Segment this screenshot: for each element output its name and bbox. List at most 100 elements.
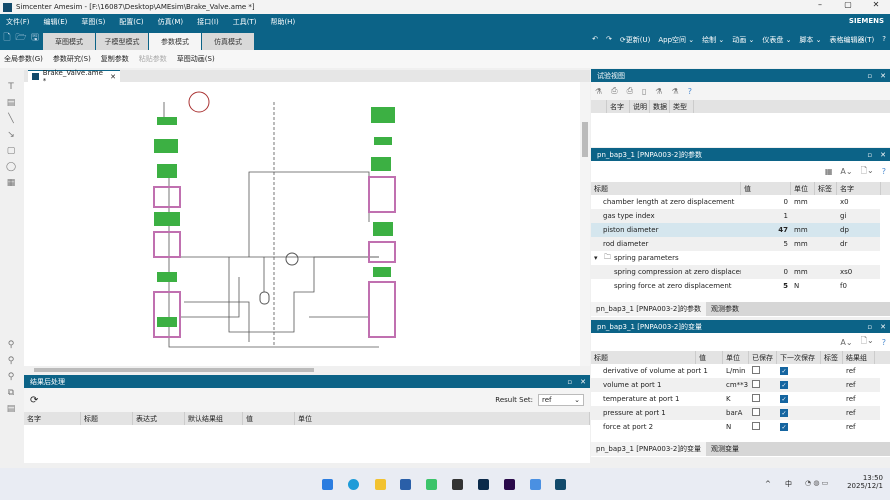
param-value[interactable]: 5 [741,282,791,290]
font-dropdown-icon[interactable]: A⌄ [840,167,852,176]
sketch-animation-button[interactable]: 草图动画(S) [177,54,215,64]
saved-checkbox[interactable] [752,422,760,430]
param-row[interactable]: piston diameter 47 mm dp [591,223,880,237]
close-panel-button[interactable]: ✕ [880,151,886,159]
update-button[interactable]: ⟳更新(U) [620,35,650,45]
new-file-icon[interactable]: 🗋 [0,30,14,46]
edge-icon[interactable] [348,479,359,490]
col-type[interactable]: 类型 [670,100,694,113]
save-icon[interactable]: 🖫 [28,30,42,46]
menu-simulation[interactable]: 仿真(M) [158,17,184,27]
help-icon[interactable]: ? [882,338,886,347]
undo-button[interactable]: ↶ [592,35,598,45]
experiment-icon[interactable]: ⚗ [595,87,602,96]
delete-icon[interactable]: ▯ [642,87,646,96]
tab-watch-parameters[interactable]: 观测参数 [706,302,744,316]
col-title[interactable]: 标题 [81,412,133,425]
col-default-result-group[interactable]: 默认结果组 [185,412,243,425]
next-save-checkbox[interactable]: ✓ [780,367,788,375]
ime-indicator[interactable]: 中 [785,479,792,489]
saved-checkbox[interactable] [752,408,760,416]
help-icon[interactable]: ? [688,87,692,96]
file-explorer-icon[interactable] [375,479,386,490]
saved-checkbox[interactable] [752,366,760,374]
col-unit[interactable]: 单位 [791,182,815,195]
result-set-select[interactable]: ref ⌄ [538,394,584,406]
animation-dropdown[interactable]: 动画 ⌄ [732,35,754,45]
variable-row[interactable]: pressure at port 1 barA ✓ ref [591,406,880,420]
col-description[interactable]: 说明 [630,100,650,113]
tab-sketch-mode[interactable]: 草图模式 [43,33,95,50]
next-save-checkbox[interactable]: ✓ [780,409,788,417]
param-row[interactable]: spring compression at zero displacem... 0… [591,265,880,279]
param-group-row[interactable]: ▾ 🗀 spring parameters [591,251,880,265]
help-icon[interactable]: ? [882,35,886,45]
maximize-button[interactable]: ▢ [834,0,862,9]
menu-interface[interactable]: 接口(I) [197,17,219,27]
tab-parameters[interactable]: pn_bap3_1 [PNPA003-2]的参数 [591,302,707,316]
app-icon[interactable] [452,479,463,490]
export-dropdown-icon[interactable]: 🗋⌄ [861,165,874,179]
variable-row[interactable]: volume at port 1 cm**3 ✓ ref [591,378,880,392]
document-tab[interactable]: Brake_Valve.ame * ✕ [28,69,120,85]
param-row[interactable]: rod diameter 5 mm dr [591,237,880,251]
col-tag[interactable]: 标签 [821,351,843,364]
rect-tool-icon[interactable]: ▢ [7,146,16,156]
variable-row[interactable]: derivative of volume at port 1 L/min ✓ ref [591,364,880,378]
canvas-vertical-scrollbar[interactable] [580,82,590,366]
tab-parameter-mode[interactable]: 参数模式 [149,33,201,50]
col-name[interactable]: 名字 [837,182,881,195]
menu-sketch[interactable]: 草图(S) [81,17,105,27]
plot-dropdown[interactable]: 绘制 ⌄ [702,35,724,45]
menu-config[interactable]: 配置(C) [119,17,143,27]
windows-start-icon[interactable] [322,479,333,490]
tab-simulation-mode[interactable]: 仿真模式 [202,33,254,50]
next-save-checkbox[interactable]: ✓ [780,423,788,431]
tab-variables[interactable]: pn_bap3_1 [PNPA003-2]的变量 [591,442,707,456]
col-name[interactable]: 名字 [607,100,630,113]
mail-icon[interactable] [530,479,541,490]
export-dropdown-icon[interactable]: 🗋⌄ [861,335,874,349]
print2-icon[interactable]: ⎙ [627,86,633,96]
float-button[interactable]: ▫ [867,151,872,159]
col-title[interactable]: 标题 [591,351,696,364]
sketch-canvas[interactable] [24,82,590,366]
expand-icon[interactable]: ▾ [591,254,601,262]
col-title[interactable]: 标题 [591,182,741,195]
note-tool-icon[interactable]: ▤ [7,98,16,108]
text-tool-icon[interactable]: T [8,82,14,92]
arrow-tool-icon[interactable]: ↘ [7,130,15,140]
paste-params-button[interactable]: 粘贴参数 [139,54,167,64]
col-result-group[interactable]: 结果组 [843,351,875,364]
close-button[interactable]: ✕ [862,0,890,9]
zoom-in-icon[interactable]: ⚲ [8,356,15,366]
next-save-checkbox[interactable]: ✓ [780,395,788,403]
app-space-dropdown[interactable]: App空间 ⌄ [658,35,694,45]
wechat-icon[interactable] [426,479,437,490]
amesim-taskbar-icon[interactable] [555,479,566,490]
col-saved[interactable]: 已保存 [749,351,777,364]
close-panel-button[interactable]: ✕ [880,72,886,80]
col-next-save[interactable]: 下一次保存 [777,351,821,364]
float-button[interactable]: ▫ [867,323,872,331]
col-value[interactable]: 值 [741,182,791,195]
col-value[interactable]: 值 [696,351,723,364]
zoom-out-icon[interactable]: ⚲ [8,372,15,382]
param-value[interactable]: 5 [741,240,791,248]
tab-watch-variables[interactable]: 观测变量 [706,442,744,456]
refresh-icon[interactable]: ⟳ [30,395,38,406]
param-row[interactable]: chamber length at zero displacement 0 mm x0 [591,195,880,209]
saved-checkbox[interactable] [752,394,760,402]
font-dropdown-icon[interactable]: A⌄ [840,338,852,347]
export-icon[interactable]: ⚗ [672,87,679,96]
menu-file[interactable]: 文件(F) [6,17,30,27]
open-folder-icon[interactable]: 🗁 [14,30,28,46]
saved-checkbox[interactable] [752,380,760,388]
menu-edit[interactable]: 编辑(E) [44,17,68,27]
param-value[interactable]: 47 [741,226,791,234]
col-expression[interactable]: 表达式 [133,412,185,425]
premiere-icon[interactable] [504,479,515,490]
copy-view-icon[interactable]: ⧉ [8,388,14,398]
param-row[interactable]: spring force at zero displacement 5 Nf0 [591,279,880,293]
zoom-icon[interactable]: ⚲ [8,340,15,350]
